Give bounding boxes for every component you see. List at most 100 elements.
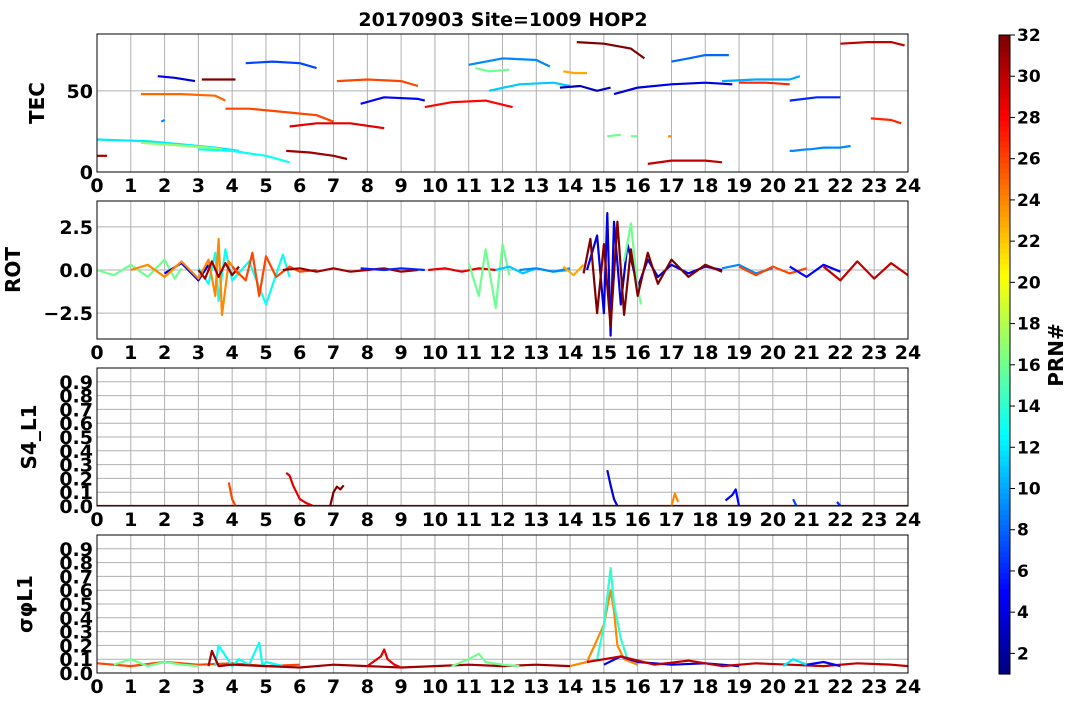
- figure-canvas: 20170903 Site=1009 HOP2 0 1 2 3 4 5 6 7 8 9 10 11 12…: [1, 9, 1068, 698]
- colorbar-swatch: [999, 285, 1010, 292]
- colorbar-swatch: [999, 248, 1010, 254]
- x-tick-label: 19: [726, 342, 752, 364]
- panel-sigma-phi-l1: 0 1 2 3 4 5 6 7 8 9 10 11 12 13 14 15 16 17 18 19 20 21 22 23 24…: [13, 534, 921, 698]
- colorbar-swatch: [999, 56, 1010, 63]
- y-tick-label: 50: [67, 81, 93, 103]
- series-line-prn-16: [467, 243, 511, 309]
- series-line-prn-23: [563, 70, 587, 75]
- grid: [96, 201, 909, 339]
- panel-tec: 0 1 2 3 4 5 6 7 8 9 10 11 12 13 14 15 16 17 18 19 20 21 22 23 24…: [25, 33, 921, 197]
- x-tick-label: 6: [293, 342, 306, 364]
- x-tick-label: 11: [455, 175, 481, 197]
- x-tick-label: 18: [692, 676, 718, 698]
- colorbar-swatch: [999, 178, 1010, 185]
- colorbar-swatch: [999, 556, 1010, 563]
- x-tick-label: 1: [124, 342, 137, 364]
- x-tick-label: 2: [158, 676, 171, 698]
- x-tick-label: 19: [726, 509, 752, 531]
- x-tick-label: 12: [489, 509, 515, 531]
- x-tick-label: 9: [395, 342, 408, 364]
- series-line-prn-4: [606, 469, 619, 506]
- colorbar-swatch: [999, 136, 1010, 143]
- colorbar-tick-label: 20: [1017, 273, 1041, 293]
- x-tick-label: 0: [90, 342, 103, 364]
- colorbar-swatch: [999, 349, 1010, 356]
- x-tick-label: 11: [455, 676, 481, 698]
- colorbar-swatch: [999, 232, 1010, 238]
- colorbar-tick-label: 18: [1017, 315, 1041, 335]
- series-line-prn-9: [789, 144, 851, 152]
- colorbar-swatch: [999, 146, 1010, 153]
- x-tick-label: 3: [192, 175, 205, 197]
- y-axis-label: S4_L1: [17, 405, 41, 470]
- x-tick-label: 14: [557, 342, 583, 364]
- x-tick-label: 3: [192, 676, 205, 698]
- x-tick-label: 22: [827, 175, 853, 197]
- x-tick-label: 21: [793, 342, 819, 364]
- series-line-prn-3: [559, 84, 611, 92]
- x-tick-label: 19: [726, 676, 752, 698]
- y-tick-label: 2.5: [59, 217, 93, 239]
- x-tick-label: 22: [827, 342, 853, 364]
- colorbar-swatch: [999, 173, 1010, 180]
- x-tick-label: 9: [395, 676, 408, 698]
- x-tick-label: 4: [226, 509, 239, 531]
- x-tick-label: 12: [489, 342, 515, 364]
- colorbar-swatch: [999, 482, 1010, 489]
- colorbar-swatch: [999, 503, 1010, 510]
- x-tick-label: 13: [523, 342, 549, 364]
- series-line-prn-6: [360, 267, 425, 272]
- colorbar-tick-label: 24: [1017, 191, 1041, 211]
- colorbar-swatch: [999, 620, 1010, 627]
- colorbar-swatch: [999, 189, 1010, 196]
- x-tick-label: 15: [591, 175, 617, 197]
- series-line-prn-8: [671, 53, 729, 63]
- x-tick-label: 21: [793, 509, 819, 531]
- colorbar-swatch: [999, 162, 1010, 169]
- colorbar-swatch: [999, 104, 1010, 111]
- series-line-prn-13: [198, 148, 290, 164]
- series-line-prn-6: [789, 96, 841, 102]
- colorbar-swatch: [999, 492, 1010, 499]
- series-line-prn-4: [157, 75, 196, 83]
- x-tick-label: 3: [192, 342, 205, 364]
- colorbar-swatch: [999, 263, 1010, 270]
- colorbar-swatch: [999, 359, 1010, 366]
- colorbar-swatch: [999, 354, 1010, 361]
- x-tick-label: 23: [861, 175, 887, 197]
- y-axis-label: TEC: [25, 82, 49, 124]
- x-tick-label: 14: [557, 175, 583, 197]
- x-tick-label: 16: [624, 509, 650, 531]
- x-tick-label: 23: [861, 509, 887, 531]
- colorbar-swatch: [999, 519, 1010, 526]
- colorbar-swatch: [999, 338, 1010, 345]
- series-line-prn-29: [366, 648, 402, 669]
- x-tick-label: 20: [760, 175, 786, 197]
- colorbar-swatch: [999, 306, 1010, 313]
- x-tick-label: 20: [760, 342, 786, 364]
- colorbar-swatch: [999, 594, 1010, 601]
- colorbar-swatch: [999, 184, 1010, 191]
- x-tick-label: 5: [259, 676, 272, 698]
- colorbar-swatch: [999, 461, 1010, 467]
- chart-title: 20170903 Site=1009 HOP2: [358, 9, 647, 31]
- colorbar-swatch: [999, 88, 1010, 95]
- x-tick-label: 17: [658, 676, 684, 698]
- colorbar-swatch: [999, 514, 1010, 521]
- x-tick-label: 19: [726, 175, 752, 197]
- x-tick-label: 16: [624, 342, 650, 364]
- colorbar-swatch: [999, 407, 1010, 414]
- series-group: [97, 40, 905, 165]
- colorbar-swatch: [999, 450, 1010, 457]
- x-tick-label: 10: [422, 175, 448, 197]
- colorbar-swatch: [999, 498, 1010, 505]
- panels: 0 1 2 3 4 5 6 7 8 9 10 11 12 13 14 15 16 17 18 19 20 21 22 23 24…: [1, 33, 921, 698]
- x-tick-label: 15: [591, 509, 617, 531]
- colorbar-swatch: [999, 322, 1010, 329]
- x-tick-label: 18: [692, 175, 718, 197]
- colorbar-swatch: [999, 152, 1010, 159]
- y-tick-label: 0.9: [59, 372, 93, 394]
- colorbar-tick-label: 22: [1017, 232, 1041, 252]
- colorbar-swatch: [999, 562, 1010, 569]
- colorbar-swatch: [999, 274, 1010, 281]
